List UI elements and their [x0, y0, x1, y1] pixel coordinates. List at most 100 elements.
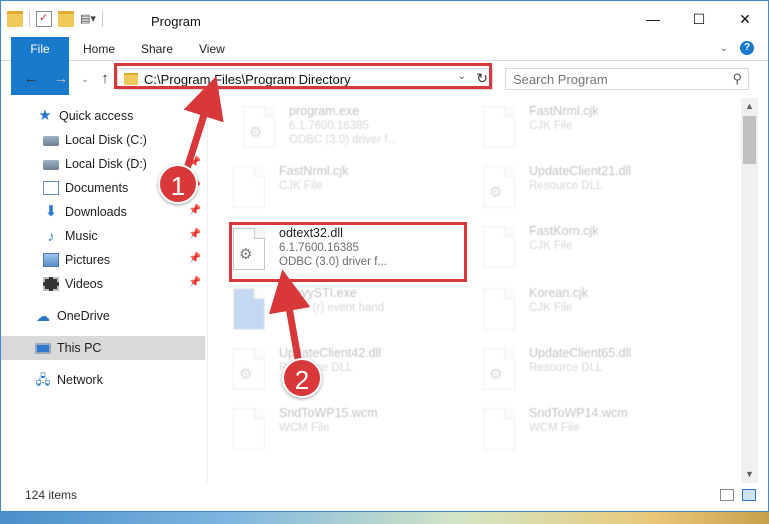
tiles-view-icon[interactable]: [742, 489, 756, 501]
pin-icon[interactable]: 📌: [189, 277, 201, 288]
refresh-icon[interactable]: ↻: [476, 70, 488, 87]
minimize-button[interactable]: —: [630, 1, 676, 37]
scroll-down-icon[interactable]: ▼: [741, 466, 758, 483]
help-icon[interactable]: ?: [740, 41, 754, 55]
disk-icon: [43, 160, 59, 170]
sidebar-item-music[interactable]: ♪ Music 📌: [1, 224, 205, 248]
this-pc-icon: [35, 342, 51, 354]
dll-file-icon: ⚙: [483, 348, 515, 390]
tab-home[interactable]: Home: [71, 37, 127, 61]
vertical-scrollbar[interactable]: ▲ ▼: [741, 98, 758, 483]
sidebar-item-quick-access[interactable]: ★ Quick access: [1, 104, 205, 128]
file-name: odtext32.dll: [279, 226, 343, 240]
pane-divider[interactable]: [207, 98, 208, 483]
star-icon: ★: [38, 107, 52, 124]
sidebar-item-this-pc[interactable]: This PC: [1, 336, 205, 360]
file-name: program.exe: [289, 104, 360, 118]
sidebar-item-local-disk-c[interactable]: Local Disk (C:): [1, 128, 205, 152]
sidebar-item-onedrive[interactable]: ☁ OneDrive: [1, 304, 205, 328]
file-description: ABBY (r) event hand: [279, 302, 385, 314]
address-bar[interactable]: C:\Program Files\Program Directory ⌄ ↻: [117, 68, 493, 90]
pin-icon[interactable]: 📌: [189, 205, 201, 216]
file-description: ODBC (3.0) driver f...: [279, 256, 387, 268]
file-version: 6.1.7600.16385: [279, 242, 359, 254]
file-item[interactable]: ⚙ UpdateClient42.dll Resource DLL: [217, 342, 457, 400]
file-name: UpdateClient65.dll: [529, 346, 632, 360]
ribbon: File Home Share View ⌄ ?: [1, 37, 768, 95]
recent-locations-icon[interactable]: ⌄: [75, 69, 95, 89]
file-item[interactable]: FastKorn.cjk CJK File: [467, 220, 707, 278]
customize-toolbar-icon[interactable]: ▤▾: [80, 11, 96, 27]
sidebar-item-label: Network: [57, 373, 103, 387]
file-name: SndToWP14.wcm: [529, 406, 628, 420]
dll-file-icon: ⚙: [483, 166, 515, 208]
address-path[interactable]: C:\Program Files\Program Directory: [144, 72, 351, 87]
item-count: 124 items: [25, 488, 78, 502]
file-item[interactable]: ⚙ UpdateClient21.dll Resource DLL: [467, 160, 707, 218]
file-item[interactable]: FastNrml.cjk CJK File: [467, 100, 707, 158]
search-input[interactable]: Search Program ⚲: [505, 68, 749, 90]
exe-file-icon: ⚙: [243, 106, 275, 148]
file-icon: [483, 106, 515, 148]
sidebar-item-videos[interactable]: Videos 📌: [1, 272, 205, 296]
sidebar-item-label: Quick access: [59, 109, 134, 123]
forward-arrow-icon[interactable]: →: [51, 69, 71, 89]
sidebar-item-label: Pictures: [65, 253, 111, 267]
tab-view[interactable]: View: [187, 37, 237, 61]
file-item[interactable]: Korean.cjk CJK File: [467, 282, 707, 340]
sidebar-item-label: Local Disk (D:): [65, 157, 147, 171]
back-arrow-icon[interactable]: ←: [21, 69, 41, 89]
expand-ribbon-icon[interactable]: ⌄: [720, 43, 728, 54]
disk-icon: [43, 136, 59, 146]
file-type: WCM File: [529, 422, 580, 434]
file-name: FastNrml.cjk: [529, 104, 599, 118]
file-type: WCM File: [279, 422, 330, 434]
pin-icon[interactable]: 📌: [189, 157, 201, 168]
file-item[interactable]: AbbyySTI.exe ABBY (r) event hand: [217, 282, 457, 340]
file-type: CJK File: [279, 180, 323, 192]
file-item[interactable]: ⚙ program.exe 6.1.7600.16385 ODBC (3.0) …: [227, 100, 467, 158]
up-arrow-icon[interactable]: ↑: [95, 69, 115, 89]
file-name: UpdateClient42.dll: [279, 346, 382, 360]
file-item[interactable]: SndToWP15.wcm WCM File: [217, 402, 457, 460]
sidebar-item-pictures[interactable]: Pictures 📌: [1, 248, 205, 272]
file-version: 6.1.7600.16385: [289, 120, 369, 132]
file-item[interactable]: SndToWP14.wcm WCM File: [467, 402, 707, 460]
file-name: UpdateClient21.dll: [529, 164, 632, 178]
sidebar-item-label: Music: [65, 229, 98, 243]
file-description: ODBC (3.0) driver f...: [289, 134, 397, 146]
file-item[interactable]: ⚙ UpdateClient65.dll Resource DLL: [467, 342, 707, 400]
file-item[interactable]: FastNrml.cjk CJK File: [217, 160, 457, 218]
details-view-icon[interactable]: [720, 489, 734, 501]
new-folder-icon[interactable]: [58, 11, 74, 27]
file-type: CJK File: [529, 240, 573, 252]
scrollbar-thumb[interactable]: [743, 116, 756, 164]
downloads-icon: ⬇: [44, 203, 58, 220]
file-icon: [233, 166, 265, 208]
scroll-up-icon[interactable]: ▲: [741, 98, 758, 115]
maximize-button[interactable]: ☐: [676, 1, 722, 37]
dll-file-icon: ⚙: [233, 228, 265, 270]
file-list: ⚙ program.exe 6.1.7600.16385 ODBC (3.0) …: [217, 98, 741, 483]
properties-icon[interactable]: [36, 11, 52, 27]
pin-icon[interactable]: 📌: [189, 229, 201, 240]
file-item-selected[interactable]: ⚙ odtext32.dll 6.1.7600.16385 ODBC (3.0)…: [217, 222, 457, 280]
file-icon: [483, 226, 515, 268]
sidebar-item-network[interactable]: 🖧 Network: [1, 368, 205, 392]
documents-icon: [43, 181, 59, 195]
search-placeholder: Search Program: [513, 72, 608, 87]
onedrive-icon: ☁: [36, 308, 50, 324]
pin-icon[interactable]: 📌: [189, 253, 201, 264]
sidebar-item-label: Videos: [65, 277, 103, 291]
toolbar-divider: [102, 11, 103, 27]
file-type: Resource DLL: [529, 180, 603, 192]
sidebar-item-label: Local Disk (C:): [65, 133, 147, 147]
file-name: FastNrml.cjk: [279, 164, 349, 178]
videos-icon: [43, 277, 59, 291]
close-button[interactable]: ✕: [722, 1, 768, 37]
address-dropdown-icon[interactable]: ⌄: [458, 71, 466, 82]
tab-share[interactable]: Share: [129, 37, 185, 61]
title-bar: ▤▾ Program — ☐ ✕: [1, 1, 768, 37]
file-icon: [483, 408, 515, 450]
sidebar-item-label: This PC: [57, 341, 102, 355]
